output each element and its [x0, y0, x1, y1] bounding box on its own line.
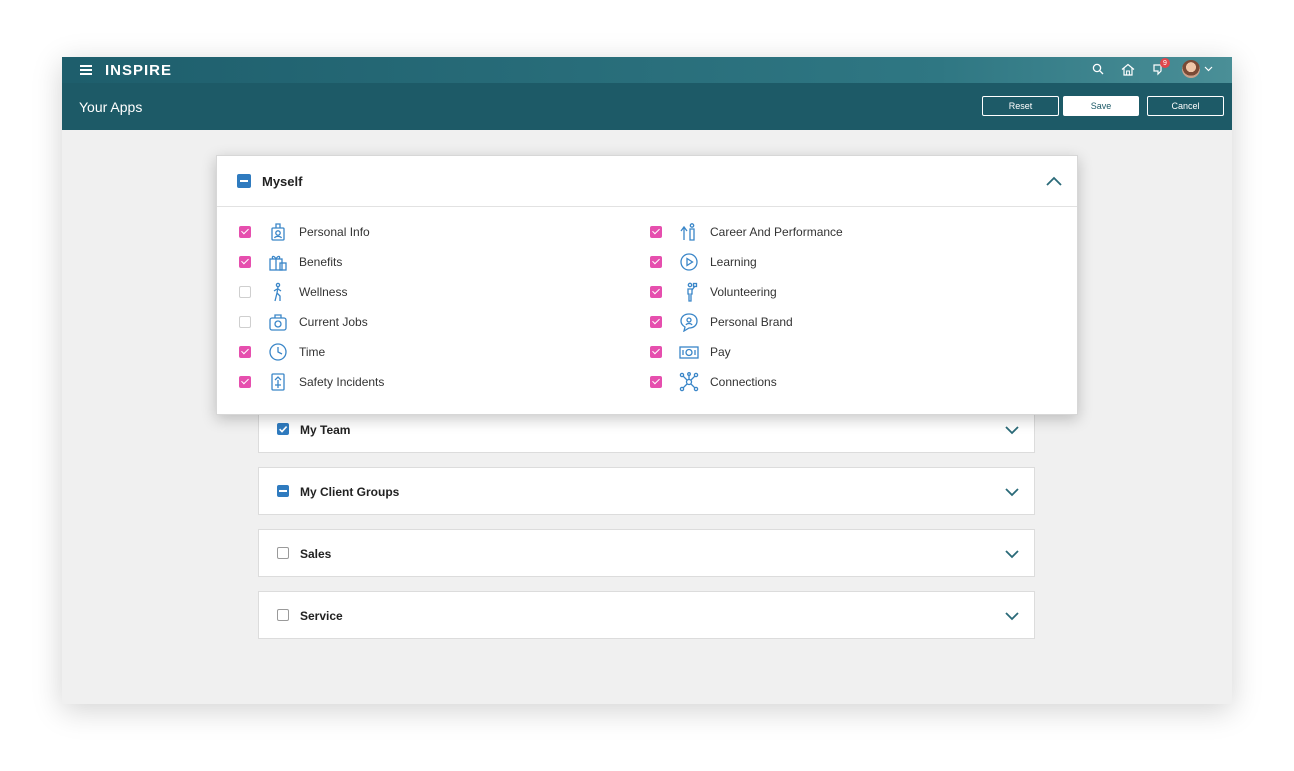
app-label: Benefits: [299, 255, 343, 269]
sales-checkbox[interactable]: [277, 547, 289, 559]
app-checkbox[interactable]: [239, 376, 251, 388]
app-label: Personal Info: [299, 225, 370, 239]
app-checkbox[interactable]: [239, 226, 251, 238]
clock-icon: [267, 341, 289, 363]
money-icon: [678, 341, 700, 363]
app-label: Current Jobs: [299, 315, 368, 329]
app-item-volunteering[interactable]: Volunteering: [650, 282, 777, 302]
app-item-personal-brand[interactable]: Personal Brand: [650, 312, 793, 332]
app-checkbox[interactable]: [239, 316, 251, 328]
menu-icon[interactable]: [80, 65, 92, 75]
app-item-pay[interactable]: Pay: [650, 342, 731, 362]
page-header: Your Apps Reset Save Cancel: [62, 83, 1232, 130]
inspire-logo[interactable]: INSPIRE: [105, 62, 172, 79]
section-sales[interactable]: Sales: [258, 529, 1035, 577]
chevron-up-icon[interactable]: [1045, 173, 1063, 189]
service-checkbox[interactable]: [277, 609, 289, 621]
app-checkbox[interactable]: [239, 286, 251, 298]
avatar[interactable]: [1181, 60, 1200, 78]
chevron-down-icon[interactable]: [1004, 608, 1020, 624]
search-icon[interactable]: [1090, 60, 1106, 78]
chevron-down-icon[interactable]: [1004, 484, 1020, 500]
app-checkbox[interactable]: [239, 256, 251, 268]
my-client-groups-checkbox[interactable]: [277, 485, 289, 497]
myself-checkbox[interactable]: [237, 174, 251, 188]
app-window: INSPIRE 9 Your Apps Reset Save Cancel My…: [62, 57, 1232, 704]
app-label: Wellness: [299, 285, 348, 299]
app-item-wellness[interactable]: Wellness: [239, 282, 347, 302]
speech-icon: [678, 311, 700, 333]
reset-button[interactable]: Reset: [982, 96, 1059, 116]
app-label: Safety Incidents: [299, 375, 385, 389]
app-item-safety-incidents[interactable]: Safety Incidents: [239, 372, 384, 392]
my-team-checkbox[interactable]: [277, 423, 289, 435]
app-item-benefits[interactable]: Benefits: [239, 252, 342, 272]
section-label: Sales: [300, 547, 332, 561]
myself-panel-header[interactable]: Myself: [217, 156, 1077, 207]
user-menu[interactable]: [1180, 60, 1214, 78]
safety-icon: [267, 371, 289, 393]
notification-badge: 9: [1160, 58, 1170, 68]
section-label: My Client Groups: [300, 485, 400, 499]
cancel-button[interactable]: Cancel: [1147, 96, 1224, 116]
section-label: My Team: [300, 423, 351, 437]
app-checkbox[interactable]: [239, 346, 251, 358]
app-checkbox[interactable]: [650, 316, 662, 328]
app-checkbox[interactable]: [650, 346, 662, 358]
volunteer-icon: [678, 281, 700, 303]
app-item-career-and-performance[interactable]: Career And Performance: [650, 222, 843, 242]
panel-title: Myself: [262, 174, 303, 189]
save-button[interactable]: Save: [1063, 96, 1139, 116]
app-item-learning[interactable]: Learning: [650, 252, 757, 272]
myself-panel: Myself Personal Info Benefits Wellness C…: [216, 155, 1078, 415]
app-label: Pay: [710, 345, 731, 359]
section-label: Service: [300, 609, 343, 623]
app-item-current-jobs[interactable]: Current Jobs: [239, 312, 368, 332]
app-label: Personal Brand: [710, 315, 793, 329]
app-checkbox[interactable]: [650, 256, 662, 268]
app-item-connections[interactable]: Connections: [650, 372, 777, 392]
app-label: Learning: [710, 255, 757, 269]
play-icon: [678, 251, 700, 273]
app-label: Career And Performance: [710, 225, 843, 239]
network-icon: [678, 371, 700, 393]
notification-icon[interactable]: 9: [1150, 58, 1170, 78]
section-my-client-groups[interactable]: My Client Groups: [258, 467, 1035, 515]
app-label: Time: [299, 345, 326, 359]
app-checkbox[interactable]: [650, 286, 662, 298]
chevron-down-icon[interactable]: [1204, 66, 1213, 72]
app-item-personal-info[interactable]: Personal Info: [239, 222, 370, 242]
briefcase-icon: [267, 311, 289, 333]
section-service[interactable]: Service: [258, 591, 1035, 639]
page-title: Your Apps: [79, 99, 143, 115]
top-navigation-bar: INSPIRE 9: [62, 57, 1232, 83]
runner-icon: [267, 281, 289, 303]
app-item-time[interactable]: Time: [239, 342, 325, 362]
home-icon[interactable]: [1120, 60, 1136, 78]
app-label: Volunteering: [710, 285, 777, 299]
app-label: Connections: [710, 375, 777, 389]
app-checkbox[interactable]: [650, 376, 662, 388]
badge-icon: [267, 221, 289, 243]
gift-icon: [267, 251, 289, 273]
top-icons: 9: [1090, 58, 1214, 78]
career-icon: [678, 221, 700, 243]
chevron-down-icon[interactable]: [1004, 422, 1020, 438]
app-checkbox[interactable]: [650, 226, 662, 238]
chevron-down-icon[interactable]: [1004, 546, 1020, 562]
